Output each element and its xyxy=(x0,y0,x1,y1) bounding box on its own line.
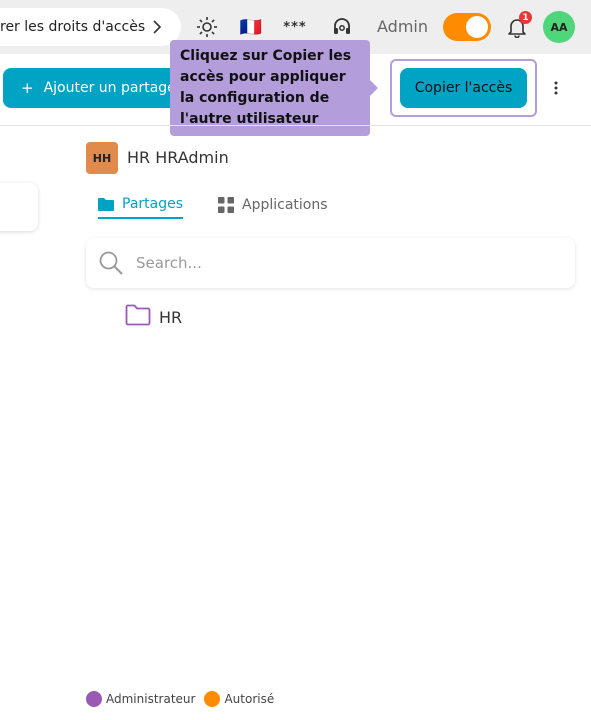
header-divider xyxy=(0,125,591,126)
folder-icon xyxy=(98,197,114,211)
folder-item[interactable]: HR xyxy=(125,304,183,330)
legend-item-authorized: Autorisé xyxy=(204,691,274,707)
more-options-icon[interactable] xyxy=(540,68,572,108)
admin-mode-label: Admin xyxy=(377,17,428,36)
legend-label-authorized: Autorisé xyxy=(224,692,275,706)
add-share-label: Ajouter un partage xyxy=(43,80,176,96)
add-share-button[interactable]: + Ajouter un partage xyxy=(3,68,183,108)
breadcrumb[interactable]: rer les droits d'accès xyxy=(0,8,181,46)
language-flag-icon[interactable]: 🇫🇷 xyxy=(239,15,263,39)
legend-dot-authorized xyxy=(204,691,221,707)
app-root: rer les droits d'accès 🇫🇷 *** Admin 1 AA… xyxy=(0,0,591,720)
notification-badge: 1 xyxy=(519,11,532,24)
legend-dot-admin xyxy=(86,691,102,707)
search-icon xyxy=(98,250,124,276)
tab-partages[interactable]: Partages xyxy=(98,193,184,219)
folder-label: HR xyxy=(159,307,183,327)
chevron-right-icon xyxy=(149,18,165,36)
grid-icon xyxy=(218,197,234,213)
legend-label-admin: Administrateur xyxy=(106,692,196,706)
toggle-knob xyxy=(466,16,488,38)
legend: Administrateur Autorisé xyxy=(86,691,283,707)
folder-outline-icon xyxy=(125,304,151,330)
password-icon[interactable]: *** xyxy=(283,15,307,39)
sun-icon[interactable] xyxy=(195,15,219,39)
tooltip-arrow xyxy=(370,80,378,96)
headset-icon[interactable] xyxy=(330,15,354,39)
tab-applications[interactable]: Applications xyxy=(218,193,328,217)
tab-applications-label: Applications xyxy=(242,197,328,213)
breadcrumb-label: rer les droits d'accès xyxy=(0,19,146,35)
guide-tooltip: Cliquez sur Copier les accès pour appliq… xyxy=(170,40,370,136)
plus-icon: + xyxy=(21,79,34,97)
admin-mode-toggle[interactable] xyxy=(443,13,491,41)
user-list-card[interactable] xyxy=(0,183,38,231)
search-bar xyxy=(86,238,575,288)
tab-partages-label: Partages xyxy=(122,196,184,212)
user-avatar[interactable]: AA xyxy=(543,11,575,43)
copy-access-button[interactable]: Copier l'accès xyxy=(400,68,527,108)
legend-item-admin: Administrateur xyxy=(86,691,195,707)
search-input[interactable] xyxy=(136,254,536,272)
selected-user-name: HR HRAdmin xyxy=(127,148,229,167)
selected-user-avatar: HH xyxy=(86,142,118,174)
